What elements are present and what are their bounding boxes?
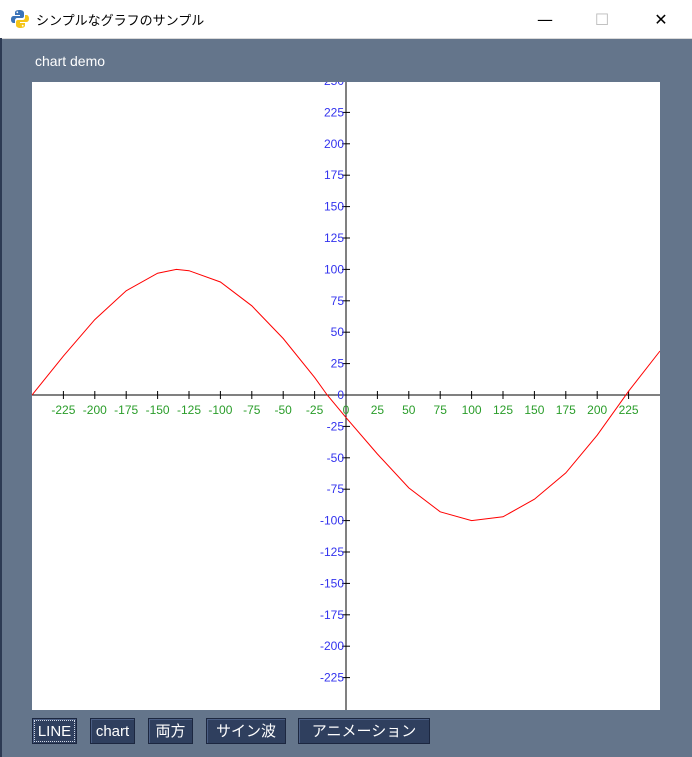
x-tick-label: -75	[243, 403, 261, 417]
y-tick-label: 100	[324, 262, 344, 276]
x-tick-label: 100	[462, 403, 482, 417]
y-tick-label: -100	[320, 514, 344, 528]
y-tick-label: 200	[324, 137, 344, 151]
y-tick-label: 50	[331, 325, 345, 339]
x-tick-label: 225	[619, 403, 639, 417]
maximize-button[interactable]: ☐	[579, 0, 625, 38]
close-button[interactable]: ✕	[638, 0, 684, 38]
chart-canvas[interactable]: -225 -200 -175 -150 -125 -100 -75 -50 -25 0 25 50 75…	[32, 82, 660, 710]
title-bar: シンプルなグラフのサンプル — ☐ ✕	[0, 0, 692, 39]
x-tick-label: 200	[587, 403, 607, 417]
x-tick-label: -50	[275, 403, 293, 417]
maximize-icon: ☐	[594, 9, 610, 29]
both-button[interactable]: 両方	[148, 718, 193, 744]
window-title: シンプルなグラフのサンプル	[36, 14, 205, 29]
x-tick-label: -125	[177, 403, 201, 417]
sine-wave-button[interactable]: サイン波	[206, 718, 286, 744]
python-icon	[10, 9, 30, 29]
x-tick-label: -100	[208, 403, 232, 417]
y-tick-label: 225	[324, 105, 344, 119]
y-tick-label: 175	[324, 168, 344, 182]
x-tick-label: 125	[493, 403, 513, 417]
y-tick-label: 250	[324, 82, 344, 88]
y-tick-label: -25	[327, 419, 345, 433]
x-tick-label: 75	[434, 403, 448, 417]
y-tick-label: -150	[320, 576, 344, 590]
x-tick-label: -150	[146, 403, 170, 417]
y-tick-label: 75	[331, 294, 345, 308]
y-tick-label: 0	[337, 388, 344, 402]
x-tick-label: 175	[556, 403, 576, 417]
line-button[interactable]: LINE	[32, 718, 77, 744]
y-tick-label: -75	[327, 482, 345, 496]
close-icon: ✕	[654, 9, 668, 29]
x-tick-label: 50	[402, 403, 416, 417]
animation-button[interactable]: アニメーション	[298, 718, 430, 744]
x-tick-label: 25	[371, 403, 385, 417]
minimize-icon: —	[537, 9, 553, 29]
x-tick-label: -25	[306, 403, 324, 417]
chart-label: chart demo	[35, 53, 106, 69]
y-tick-label: -175	[320, 608, 344, 622]
y-tick-label: 125	[324, 231, 344, 245]
x-tick-label: -175	[114, 403, 138, 417]
window-border	[0, 38, 2, 757]
y-tick-label: -125	[320, 545, 344, 559]
y-tick-label: -225	[320, 671, 344, 685]
x-tick-label: -225	[51, 403, 75, 417]
y-tick-label: 150	[324, 200, 344, 214]
x-tick-label: -200	[83, 403, 107, 417]
chart-button[interactable]: chart	[90, 718, 135, 744]
minimize-button[interactable]: —	[522, 0, 568, 38]
y-tick-label: -200	[320, 639, 344, 653]
chart-svg: -225 -200 -175 -150 -125 -100 -75 -50 -25 0 25 50 75…	[32, 82, 660, 710]
x-tick-label: 150	[524, 403, 544, 417]
y-tick-label: 25	[331, 357, 345, 371]
y-tick-label: -50	[327, 451, 345, 465]
